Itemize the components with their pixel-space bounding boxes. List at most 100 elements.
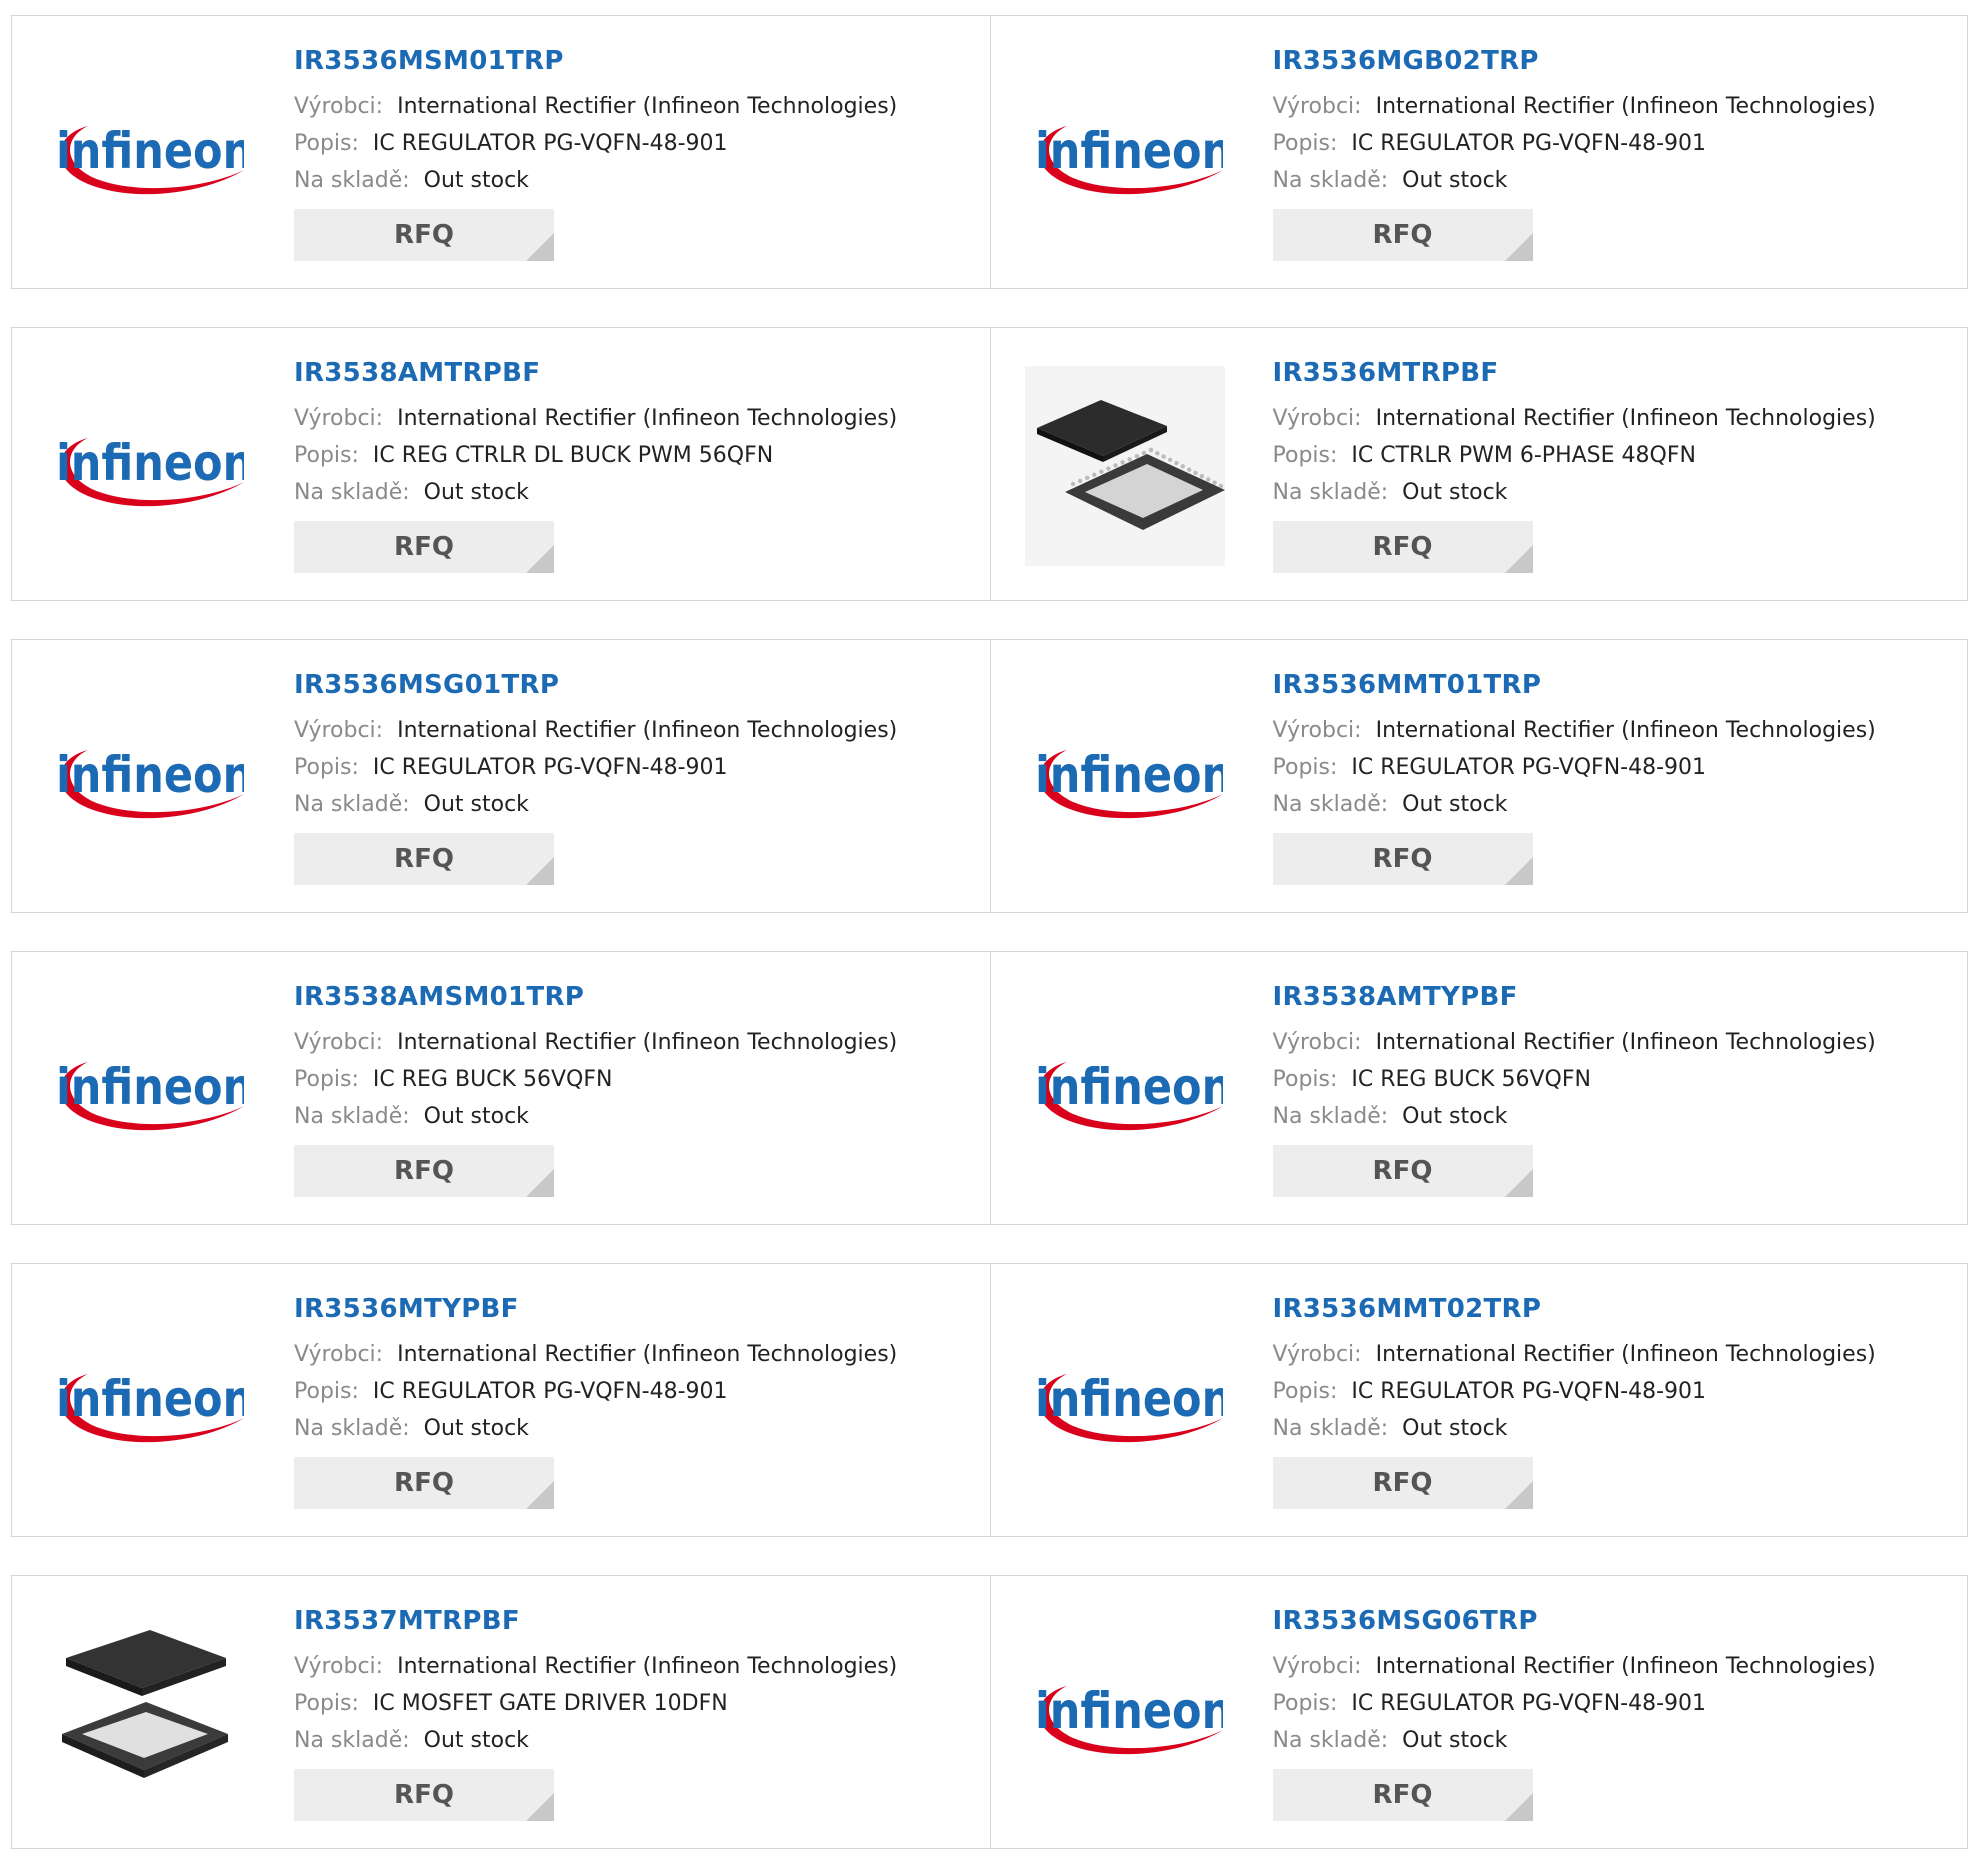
description-label: Popis: <box>1272 1067 1338 1092</box>
manufacturer-label: Výrobci: <box>294 1030 384 1055</box>
stock-value: Out stock <box>1402 792 1508 817</box>
infineon-logo-icon: infineon <box>1035 122 1223 195</box>
stock-row: Na skladě: Out stock <box>294 1410 897 1447</box>
product-row: infineon IR3536MSG01TRP Výrobci: Internat… <box>11 639 1968 913</box>
stock-label: Na skladě: <box>294 792 410 817</box>
rfq-button[interactable]: RFQ <box>1272 521 1533 573</box>
product-image[interactable]: infineon <box>1025 990 1225 1190</box>
manufacturer-label: Výrobci: <box>1272 94 1362 119</box>
logo-text: infineon <box>56 1058 244 1116</box>
logo-text: infineon <box>56 1370 244 1428</box>
rfq-button[interactable]: RFQ <box>294 1769 554 1821</box>
part-number-link[interactable]: IR3538AMTYPBF <box>1273 980 1876 1014</box>
product-image[interactable] <box>46 1614 246 1814</box>
product-image[interactable]: infineon <box>46 990 246 1190</box>
manufacturer-label: Výrobci: <box>1272 1342 1362 1367</box>
part-number-link[interactable]: IR3536MGB02TRP <box>1273 44 1876 78</box>
description-value: IC REGULATOR PG-VQFN-48-901 <box>372 1379 728 1404</box>
manufacturer-row: Výrobci: International Rectifier (Infineo… <box>1273 1648 1876 1685</box>
product-card: infineon IR3536MSM01TRP Výrobci: Internat… <box>12 16 990 288</box>
product-image[interactable]: infineon <box>1025 54 1225 254</box>
part-number-link[interactable]: IR3536MSM01TRP <box>294 44 897 78</box>
manufacturer-value: International Rectifier (Infineon Techno… <box>397 1342 898 1367</box>
stock-label: Na skladě: <box>294 1416 410 1441</box>
rfq-button-label: RFQ <box>1372 532 1433 562</box>
corner-triangle-icon <box>526 1169 554 1197</box>
part-number-link[interactable]: IR3536MMT02TRP <box>1273 1292 1876 1326</box>
part-number-link[interactable]: IR3536MTRPBF <box>1273 356 1876 390</box>
product-image[interactable]: infineon <box>46 678 246 878</box>
dfn-chip-icon <box>62 1630 228 1778</box>
manufacturer-row: Výrobci: International Rectifier (Infineo… <box>1273 1336 1876 1373</box>
description-value: IC REG BUCK 56VQFN <box>1351 1067 1591 1092</box>
corner-triangle-icon <box>526 233 554 261</box>
rfq-button[interactable]: RFQ <box>1272 1769 1533 1821</box>
rfq-button[interactable]: RFQ <box>294 209 554 261</box>
stock-label: Na skladě: <box>1272 792 1389 817</box>
corner-triangle-icon <box>1504 1481 1533 1509</box>
logo-text: infineon <box>56 746 244 804</box>
manufacturer-label: Výrobci: <box>1272 1654 1362 1679</box>
infineon-logo-icon: infineon <box>56 434 244 507</box>
rfq-button[interactable]: RFQ <box>1272 833 1533 885</box>
description-row: Popis: IC REGULATOR PG-VQFN-48-901 <box>1273 749 1876 786</box>
logo-text: infineon <box>1035 1058 1223 1116</box>
manufacturer-row: Výrobci: International Rectifier (Infineo… <box>1273 1024 1876 1061</box>
manufacturer-value: International Rectifier (Infineon Techno… <box>397 406 898 431</box>
product-card: IR3536MTRPBF Výrobci: International Recti… <box>989 328 1968 600</box>
stock-value: Out stock <box>1402 1416 1508 1441</box>
manufacturer-label: Výrobci: <box>1272 718 1362 743</box>
rfq-button[interactable]: RFQ <box>294 1145 554 1197</box>
manufacturer-row: Výrobci: International Rectifier (Infineo… <box>1273 88 1876 125</box>
description-row: Popis: IC REG CTRLR DL BUCK PWM 56QFN <box>294 437 897 474</box>
stock-label: Na skladě: <box>294 1104 410 1129</box>
rfq-button[interactable]: RFQ <box>1272 1145 1533 1197</box>
manufacturer-value: International Rectifier (Infineon Techno… <box>1375 1342 1876 1367</box>
stock-value: Out stock <box>423 1416 529 1441</box>
manufacturer-label: Výrobci: <box>294 718 384 743</box>
stock-label: Na skladě: <box>294 480 410 505</box>
product-card: infineon IR3538AMTRPBF Výrobci: Internati… <box>12 328 990 600</box>
product-card: infineon IR3536MSG06TRP Výrobci: Internat… <box>989 1576 1968 1848</box>
stock-value: Out stock <box>423 168 529 193</box>
product-image[interactable]: infineon <box>46 366 246 566</box>
part-number-link[interactable]: IR3538AMTRPBF <box>294 356 897 390</box>
rfq-button[interactable]: RFQ <box>294 521 554 573</box>
description-row: Popis: IC CTRLR PWM 6-PHASE 48QFN <box>1273 437 1876 474</box>
logo-text: infineon <box>1035 746 1223 804</box>
product-image[interactable]: infineon <box>1025 678 1225 878</box>
part-number-link[interactable]: IR3538AMSM01TRP <box>294 980 897 1014</box>
product-image[interactable]: infineon <box>46 54 246 254</box>
rfq-button[interactable]: RFQ <box>294 833 554 885</box>
description-row: Popis: IC REGULATOR PG-VQFN-48-901 <box>1273 125 1876 162</box>
part-number-link[interactable]: IR3536MTYPBF <box>294 1292 897 1326</box>
part-number-link[interactable]: IR3536MSG01TRP <box>294 668 897 702</box>
product-image[interactable]: infineon <box>1025 1614 1225 1814</box>
product-image[interactable]: infineon <box>46 1302 246 1502</box>
infineon-logo-icon: infineon <box>1035 746 1223 819</box>
logo-text: infineon <box>56 122 244 180</box>
rfq-button[interactable]: RFQ <box>1272 209 1533 261</box>
corner-triangle-icon <box>1504 233 1533 261</box>
description-label: Popis: <box>1272 755 1338 780</box>
rfq-button[interactable]: RFQ <box>294 1457 554 1509</box>
part-number-link[interactable]: IR3536MMT01TRP <box>1273 668 1876 702</box>
stock-label: Na skladě: <box>1272 168 1389 193</box>
manufacturer-label: Výrobci: <box>294 94 384 119</box>
corner-triangle-icon <box>526 1793 554 1821</box>
description-value: IC REGULATOR PG-VQFN-48-901 <box>1351 1379 1707 1404</box>
product-image[interactable] <box>1024 366 1225 566</box>
logo-text: infineon <box>1035 1370 1223 1428</box>
part-number-link[interactable]: IR3537MTRPBF <box>294 1604 897 1638</box>
part-number-link[interactable]: IR3536MSG06TRP <box>1273 1604 1876 1638</box>
corner-triangle-icon <box>1504 1169 1533 1197</box>
product-info: IR3536MGB02TRP Výrobci: International Rec… <box>1272 44 1876 261</box>
rfq-button-label: RFQ <box>1372 1468 1433 1498</box>
rfq-button-label: RFQ <box>1372 844 1433 874</box>
manufacturer-row: Výrobci: International Rectifier (Infineo… <box>294 712 897 749</box>
corner-triangle-icon <box>1504 857 1533 885</box>
rfq-button[interactable]: RFQ <box>1272 1457 1533 1509</box>
product-image[interactable]: infineon <box>1025 1302 1225 1502</box>
stock-label: Na skladě: <box>294 1728 410 1753</box>
product-info: IR3536MSG01TRP Výrobci: International Rec… <box>294 668 897 885</box>
